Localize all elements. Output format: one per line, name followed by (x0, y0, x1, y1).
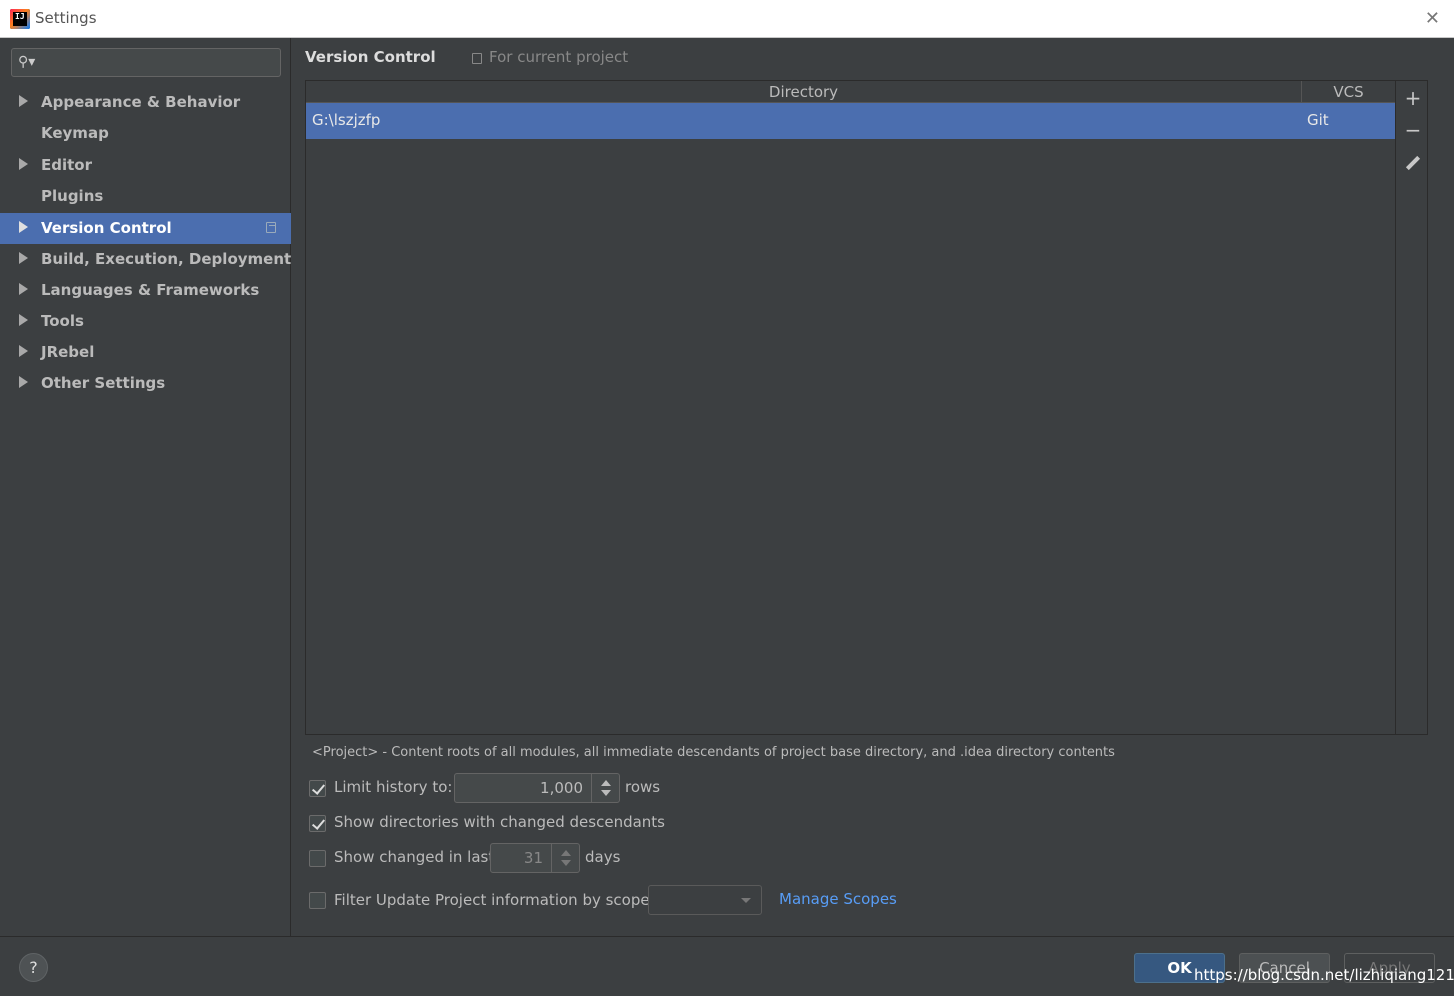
sidebar-item-label: Other Settings (41, 374, 166, 392)
sidebar-item-label: JRebel (41, 343, 95, 361)
column-header-vcs[interactable]: VCS (1302, 81, 1395, 103)
expand-arrow-icon[interactable] (19, 376, 28, 388)
sidebar-item-jrebel[interactable]: JRebel (0, 337, 291, 368)
rows-label: rows (625, 778, 661, 796)
page-title: Version Control (305, 48, 436, 66)
help-button[interactable]: ? (19, 953, 48, 982)
limit-history-checkbox[interactable] (309, 780, 326, 797)
title-bar: IJ Settings ✕ (0, 0, 1454, 38)
sidebar-item-other-settings[interactable]: Other Settings (0, 368, 291, 399)
sidebar-item-editor[interactable]: Editor (0, 150, 291, 181)
stepper-arrows-icon[interactable] (591, 774, 619, 802)
project-scope-icon (266, 222, 276, 233)
table-toolbar: + − (1396, 80, 1428, 735)
manage-scopes-link[interactable]: Manage Scopes (779, 890, 897, 908)
remove-icon[interactable]: − (1404, 120, 1422, 140)
expand-arrow-icon[interactable] (19, 252, 28, 264)
project-scope-icon (472, 53, 482, 64)
sidebar-item-label: Editor (41, 156, 92, 174)
filter-scope-checkbox[interactable] (309, 892, 326, 909)
column-header-directory[interactable]: Directory (306, 81, 1302, 103)
sidebar-item-languages[interactable]: Languages & Frameworks (0, 275, 291, 306)
sidebar-item-label: Keymap (41, 124, 109, 142)
sidebar-item-label: Version Control (41, 219, 172, 237)
show-directories-label: Show directories with changed descendant… (334, 813, 665, 831)
expand-arrow-icon[interactable] (19, 345, 28, 357)
sidebar-item-plugins[interactable]: Plugins (0, 181, 291, 212)
expand-arrow-icon[interactable] (19, 158, 28, 170)
vcs-cell: Git (1307, 111, 1329, 129)
edit-icon[interactable] (1405, 155, 1421, 171)
settings-sidebar: ⚲▾ Appearance & Behavior Keymap Editor P… (0, 38, 291, 936)
sidebar-item-label: Build, Execution, Deployment (41, 250, 292, 268)
table-row[interactable]: G:\lszjzfp Git (306, 103, 1395, 139)
limit-history-label: Limit history to: (334, 778, 453, 796)
show-changed-checkbox[interactable] (309, 850, 326, 867)
stepper-arrows-icon[interactable] (551, 844, 579, 872)
project-note: <Project> - Content roots of all modules… (312, 745, 1115, 760)
directory-cell: G:\lszjzfp (312, 111, 381, 129)
show-changed-label: Show changed in last (334, 848, 495, 866)
vcs-mappings-table[interactable]: Directory VCS G:\lszjzfp Git (305, 80, 1396, 735)
expand-arrow-icon[interactable] (19, 283, 28, 295)
sidebar-item-label: Appearance & Behavior (41, 93, 241, 111)
window-title: Settings (35, 9, 97, 27)
show-directories-checkbox[interactable] (309, 815, 326, 832)
sidebar-item-tools[interactable]: Tools (0, 306, 291, 337)
add-icon[interactable]: + (1404, 88, 1422, 108)
search-icon: ⚲▾ (18, 54, 36, 70)
sidebar-item-keymap[interactable]: Keymap (0, 118, 291, 149)
history-rows-stepper[interactable]: 1,000 (454, 773, 620, 803)
days-stepper[interactable]: 31 (490, 843, 580, 873)
watermark-text: https://blog.csdn.net/lizhiqiang1217 (1194, 966, 1454, 984)
expand-arrow-icon[interactable] (19, 314, 28, 326)
sidebar-item-version-control[interactable]: Version Control (0, 213, 291, 244)
intellij-logo-icon: IJ (10, 9, 30, 29)
sidebar-item-label: Languages & Frameworks (41, 281, 260, 299)
scope-dropdown[interactable] (648, 885, 762, 915)
close-icon[interactable]: ✕ (1425, 8, 1440, 29)
sidebar-item-build[interactable]: Build, Execution, Deployment (0, 244, 291, 275)
sidebar-item-label: Tools (41, 312, 84, 330)
days-value[interactable]: 31 (524, 849, 543, 867)
days-label: days (585, 848, 621, 866)
sidebar-item-label: Plugins (41, 187, 104, 205)
scope-label: For current project (489, 48, 629, 66)
filter-scope-label: Filter Update Project information by sco… (334, 891, 650, 909)
sidebar-item-appearance[interactable]: Appearance & Behavior (0, 87, 291, 118)
expand-arrow-icon[interactable] (19, 221, 28, 233)
history-rows-value[interactable]: 1,000 (540, 779, 583, 797)
search-input[interactable]: ⚲▾ (11, 48, 281, 77)
expand-arrow-icon[interactable] (19, 95, 28, 107)
